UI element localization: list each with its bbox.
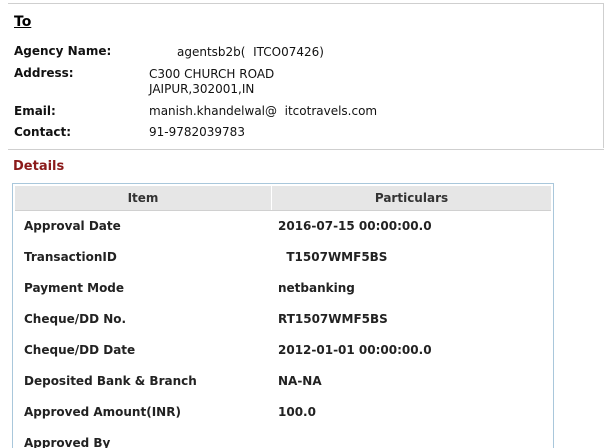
row-particulars-value: T1507WMF5BS	[278, 250, 388, 264]
row-particulars-value: netbanking	[278, 281, 355, 295]
table-row: TransactionID T1507WMF5BS	[15, 242, 551, 273]
agency-name-value: agentsb2b( ITCO07426)	[177, 45, 324, 59]
row-particulars-value: 2012-01-01 00:00:00.0	[278, 343, 432, 357]
table-row: Payment Mode netbanking	[15, 273, 551, 304]
details-table: Item Particulars Approval Date 2016-07-1…	[12, 183, 554, 448]
row-item-label: TransactionID	[24, 250, 117, 264]
row-item-label: Cheque/DD Date	[24, 343, 136, 357]
table-row: Cheque/DD Date 2012-01-01 00:00:00.0	[15, 335, 551, 366]
contact-label: Contact:	[14, 125, 72, 139]
address-line-2: JAIPUR,302001,IN	[149, 82, 255, 96]
email-value: manish.khandelwal@ itcotravels.com	[149, 104, 378, 118]
address-line-1: C300 CHURCH ROAD	[149, 67, 275, 81]
row-particulars-value: RT1507WMF5BS	[278, 312, 388, 326]
right-divider	[603, 3, 604, 148]
table-row: Approved By	[15, 428, 551, 448]
address-label: Address:	[14, 66, 74, 80]
to-heading: To	[14, 14, 32, 30]
row-particulars-value: 100.0	[278, 405, 316, 419]
row-item-label: Approved Amount(INR)	[24, 405, 181, 419]
contact-value: 91-9782039783	[149, 125, 245, 139]
row-particulars-value: 2016-07-15 00:00:00.0	[278, 219, 432, 233]
column-header-item: Item	[127, 191, 159, 205]
payment-approval-page: To Agency Name: agentsb2b( ITCO07426) Ad…	[0, 0, 606, 448]
table-header: Item Particulars	[15, 186, 551, 211]
row-item-label: Cheque/DD No.	[24, 312, 127, 326]
table-row: Approved Amount(INR) 100.0	[15, 397, 551, 428]
row-item-label: Approval Date	[24, 219, 121, 233]
table-row: Cheque/DD No. RT1507WMF5BS	[15, 304, 551, 335]
table-row: Deposited Bank & Branch NA-NA	[15, 366, 551, 397]
details-heading: Details	[13, 159, 65, 174]
agency-name-label: Agency Name:	[14, 44, 112, 58]
email-label: Email:	[14, 104, 56, 118]
section-divider	[8, 149, 604, 150]
row-item-label: Payment Mode	[24, 281, 125, 295]
row-item-label: Deposited Bank & Branch	[24, 374, 197, 388]
table-row: Approval Date 2016-07-15 00:00:00.0	[15, 211, 551, 242]
row-particulars-value: NA-NA	[278, 374, 322, 388]
top-divider	[8, 3, 604, 4]
column-header-particulars: Particulars	[374, 191, 449, 205]
row-item-label: Approved By	[24, 436, 111, 448]
